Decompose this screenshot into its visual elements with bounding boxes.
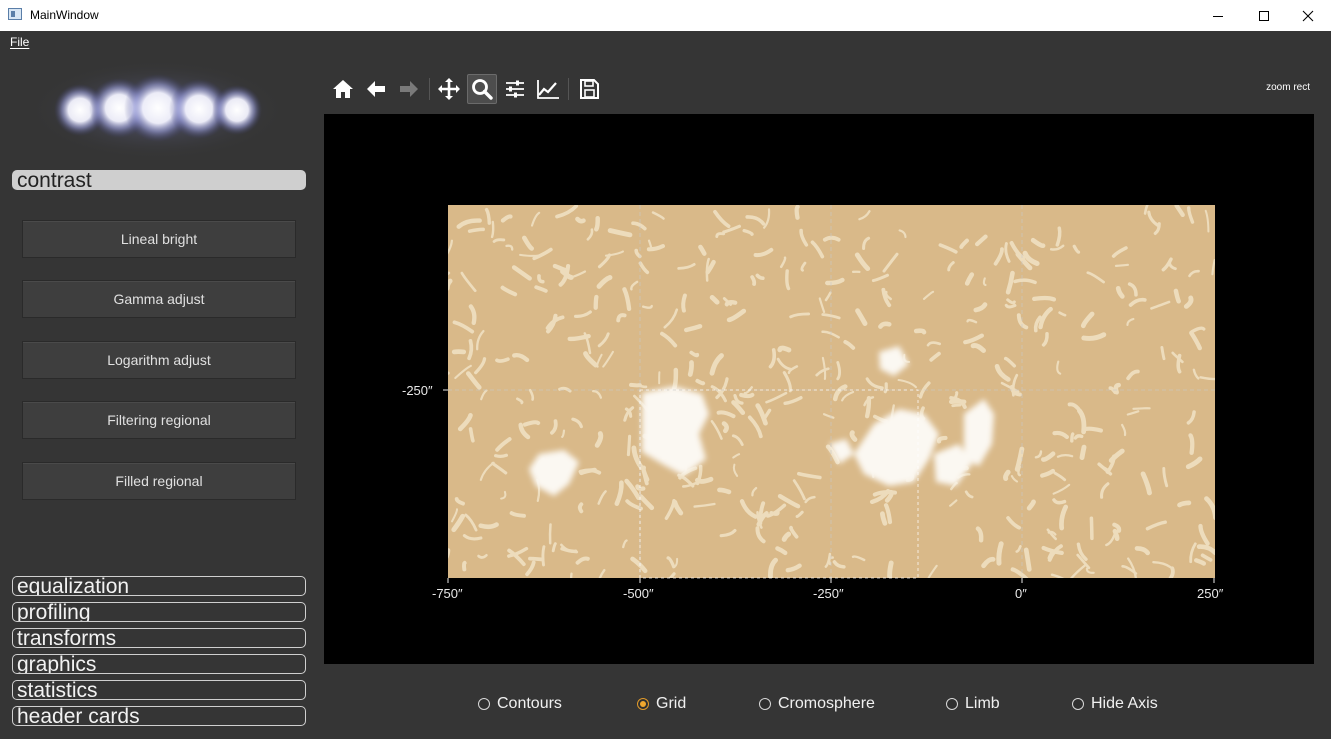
section-contrast[interactable]: contrast	[12, 170, 306, 190]
display-options: Contours Grid Cromosphere Limb Hide Axis	[0, 690, 1331, 720]
maximize-icon	[1259, 10, 1269, 21]
limb-option[interactable]: Limb	[946, 695, 1000, 713]
plot-canvas[interactable]: -750″ -500″ -250″ 0″ 250″ -250″	[324, 114, 1314, 664]
axes-edit-button[interactable]	[533, 74, 563, 104]
option-label: Limb	[965, 695, 1000, 712]
gamma-adjust-button[interactable]: Gamma adjust	[22, 280, 296, 318]
toolbar-separator	[568, 78, 569, 100]
filtering-regional-button[interactable]: Filtering regional	[22, 401, 296, 439]
solar-image-figure[interactable]	[324, 114, 1314, 664]
radio-indicator[interactable]	[946, 698, 958, 710]
zoom-icon	[472, 79, 493, 100]
menu-file[interactable]: File	[10, 35, 29, 49]
forward-arrow-icon	[400, 81, 418, 97]
hide-axis-option[interactable]: Hide Axis	[1072, 695, 1158, 713]
section-graphics[interactable]: graphics	[12, 654, 306, 674]
logarithm-adjust-button[interactable]: Logarithm adjust	[22, 341, 296, 379]
subplots-button[interactable]	[500, 74, 530, 104]
home-icon	[333, 80, 353, 98]
x-tick-label: -250″	[813, 586, 844, 601]
x-tick-label: 0″	[1015, 586, 1027, 601]
app-icon	[8, 8, 22, 20]
section-equalization[interactable]: equalization	[12, 576, 306, 596]
save-button[interactable]	[574, 74, 604, 104]
radio-indicator[interactable]	[759, 698, 771, 710]
close-button[interactable]	[1285, 0, 1331, 31]
toolbar-status: zoom rect	[1266, 82, 1310, 93]
minimize-icon	[1213, 15, 1223, 17]
home-button[interactable]	[328, 74, 358, 104]
save-icon	[580, 79, 599, 99]
x-tick-label: -750″	[432, 586, 463, 601]
radio-indicator[interactable]	[1072, 698, 1084, 710]
pan-button[interactable]	[434, 74, 464, 104]
radio-indicator[interactable]	[478, 698, 490, 710]
option-label: Grid	[656, 695, 687, 712]
contours-option[interactable]: Contours	[478, 695, 562, 713]
option-label: Cromosphere	[778, 695, 875, 712]
solar-image	[448, 205, 1215, 578]
section-transforms[interactable]: transforms	[12, 628, 306, 648]
menu-bar: File	[0, 31, 1331, 53]
back-button[interactable]	[361, 74, 391, 104]
radio-indicator[interactable]	[637, 698, 649, 710]
x-tick-label: 250″	[1197, 586, 1224, 601]
pan-icon	[438, 78, 460, 100]
app-logo	[29, 60, 285, 160]
window-title: MainWindow	[30, 8, 99, 22]
toolbar-separator	[429, 78, 430, 100]
section-profiling[interactable]: profiling	[12, 602, 306, 622]
y-tick-label: -250″	[402, 383, 433, 398]
filled-regional-button[interactable]: Filled regional	[22, 462, 296, 500]
close-icon	[1302, 10, 1314, 21]
maximize-button[interactable]	[1241, 0, 1287, 31]
forward-button[interactable]	[394, 74, 424, 104]
cromosphere-option[interactable]: Cromosphere	[759, 695, 875, 713]
zoom-button[interactable]	[467, 74, 497, 104]
lineal-bright-button[interactable]: Lineal bright	[22, 220, 296, 258]
back-arrow-icon	[367, 81, 385, 97]
title-bar: MainWindow	[0, 0, 1331, 31]
x-tick-label: -500″	[623, 586, 654, 601]
grid-option[interactable]: Grid	[637, 695, 686, 713]
option-label: Contours	[497, 695, 562, 712]
axes-edit-icon	[537, 80, 559, 99]
minimize-button[interactable]	[1195, 0, 1241, 31]
option-label: Hide Axis	[1091, 695, 1158, 712]
subplots-icon	[506, 80, 524, 98]
